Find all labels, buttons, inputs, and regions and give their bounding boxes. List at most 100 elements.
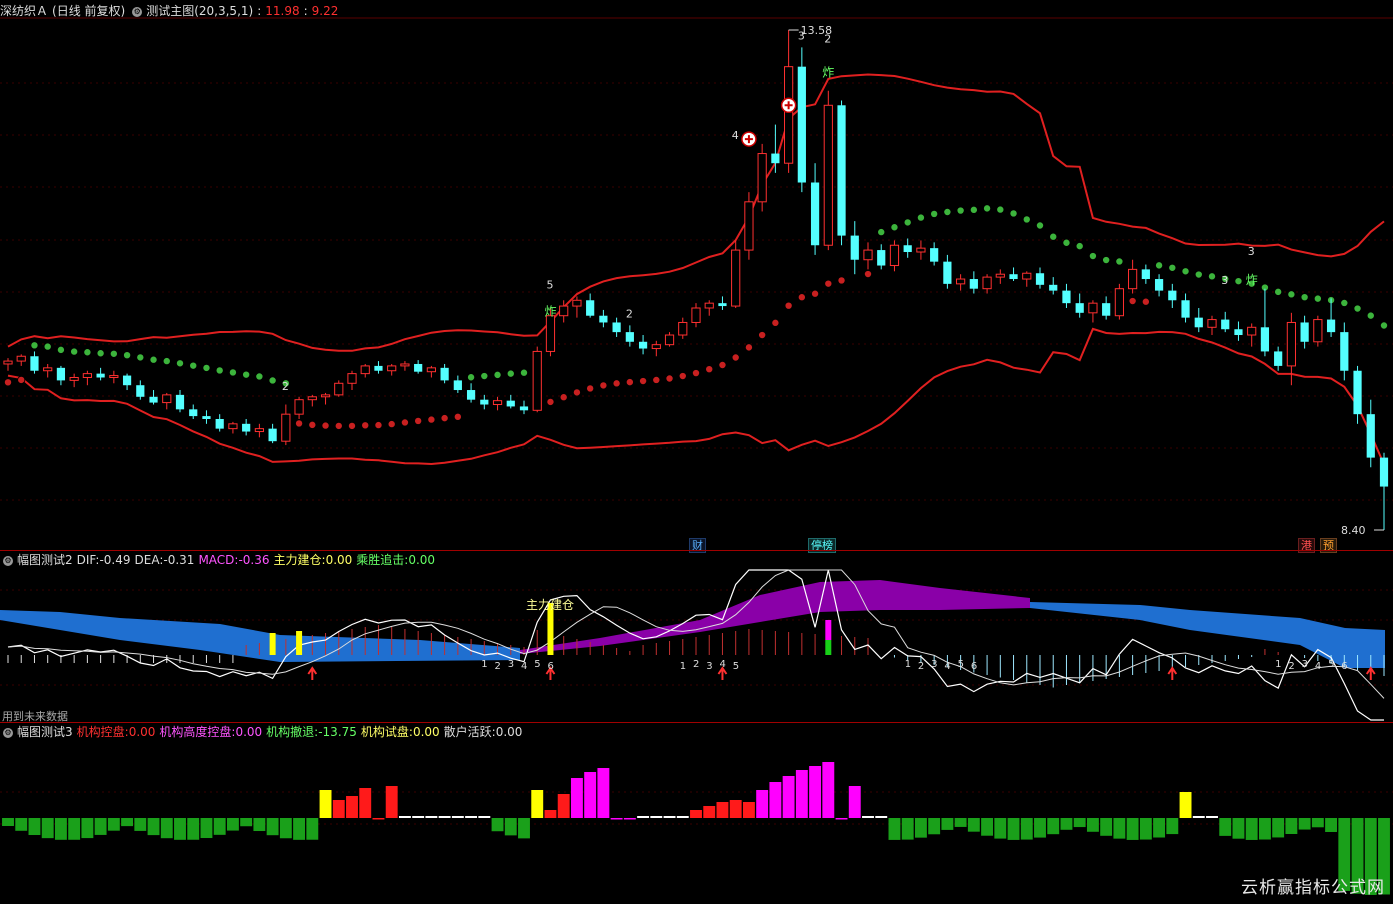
sar-dot [652,375,661,384]
sar-dot [334,421,343,430]
candle-body [757,153,767,203]
count-label: 2 [824,33,831,46]
sar-dot [1300,293,1309,302]
institution-pane[interactable]: ⚙ 幅图测试3 机构控盘:0.00 机构高度控盘:0.00 机构撤退:-13.75 机构试… [0,722,1393,904]
candle-body [784,66,794,164]
candle-body [189,409,198,417]
candle-body [30,356,39,371]
candle-body [320,394,331,398]
candle-body [1207,319,1217,328]
candle-body [863,249,873,261]
gear-icon[interactable]: ⚙ [3,555,13,566]
candle-body [691,307,701,323]
sar-dot [189,361,198,370]
candle-body [664,334,675,346]
sar-dot [771,318,780,327]
sar-dot [427,415,436,424]
macd-chart[interactable]: 12345612345123456123456 [0,550,1393,722]
period-label[interactable]: (日线 前复权) [52,4,125,18]
candle-body [374,365,383,371]
macd-pane[interactable]: 12345612345123456123456 ⚙ 幅图测试2 DIF:-0.49 D… [0,550,1393,723]
sar-dot [400,418,409,427]
candle-body [1247,326,1257,336]
candle-body [744,201,754,251]
sar-dot [890,223,899,232]
e-label: 散户活跃: [443,725,496,739]
sar-dot [916,213,925,222]
count-label: 3 [931,659,937,670]
sar-dot [996,205,1005,214]
sar-dot [1088,252,1097,261]
inst-bar [769,782,782,818]
inst-bar [1285,818,1298,834]
inst-bar [981,818,994,836]
count-label: 5 [958,659,964,670]
candle-body [1313,319,1323,343]
candle-body [69,376,79,381]
indicator-name[interactable]: 测试主图 [146,4,194,18]
gear-icon[interactable]: ⚙ [3,727,13,738]
candle-body [982,276,992,290]
sar-dot [480,372,489,381]
inst-bar [2,818,14,826]
zl-bar [296,631,303,655]
sar-dot [1155,261,1164,270]
sar-dot [255,372,264,381]
count-label: 5 [534,659,540,670]
inst-bar [888,818,901,840]
candle-body [1049,284,1058,291]
sar-dot [347,421,356,430]
count-label: 6 [971,661,977,672]
candle-body [969,279,978,289]
count-label: 3 [1302,659,1308,670]
d-label: 机构试盘: [360,725,413,739]
candle-body [850,235,859,260]
candle-body [492,400,503,406]
candle-body [1286,321,1296,367]
sar-dot [572,388,581,397]
main-chart-pane[interactable]: 13.58 2 5 2 4 3 2 3 3 炸炸炸 深纺织Ａ (日线 前复权) ⚙ 测试主图(20,3,… [0,0,1393,553]
sar-dot [877,228,886,237]
macd-title[interactable]: 幅图测试2 [17,553,73,567]
inst-bar [531,790,544,818]
sar-dot [414,416,423,425]
inst-bar [1325,818,1338,832]
inst-bar [372,818,385,820]
inst-bar [848,786,861,818]
candle-body [56,367,66,381]
sar-dot [1274,287,1283,296]
candle-body [995,273,1005,278]
sar-dot [1062,238,1071,247]
candle-body [334,382,344,396]
count-label: 3 [508,659,514,670]
inst-title[interactable]: 幅图测试3 [17,725,73,739]
sar-dot [758,331,767,340]
dif-value: -0.49 [99,553,131,567]
sar-dot [811,289,820,298]
gear-icon[interactable]: ⚙ [132,6,143,17]
candle-body [400,363,410,367]
sar-dot [678,372,687,381]
watermark: 云析赢指标公式网 [1241,878,1385,898]
candle-body [96,373,105,378]
sar-dot [930,209,939,218]
blue-cloud-area [0,610,520,662]
candle-body [307,396,317,401]
candle-body [771,153,780,164]
macd-header: ⚙ 幅图测试2 DIF:-0.49 DEA:-0.31 MACD:-0.36 主力建仓:0… [0,553,439,567]
candlestick-chart[interactable]: 13.5825243 233炸炸炸 [0,0,1393,550]
inst-bar [1086,818,1099,832]
value-2: 9.22 [311,4,339,18]
candle-body [175,394,185,410]
candle-body [1009,274,1018,280]
d-value: 0.00 [412,725,440,739]
buy-arrow-icon [307,666,318,680]
candle-body [916,247,926,253]
count-label: 4 [521,661,527,672]
inst-bar [107,818,120,831]
stock-name[interactable]: 深纺织Ａ [0,4,48,18]
institution-chart[interactable] [0,722,1393,904]
inst-bar [147,818,160,836]
sar-dot [639,377,648,386]
inst-bar [279,818,292,839]
